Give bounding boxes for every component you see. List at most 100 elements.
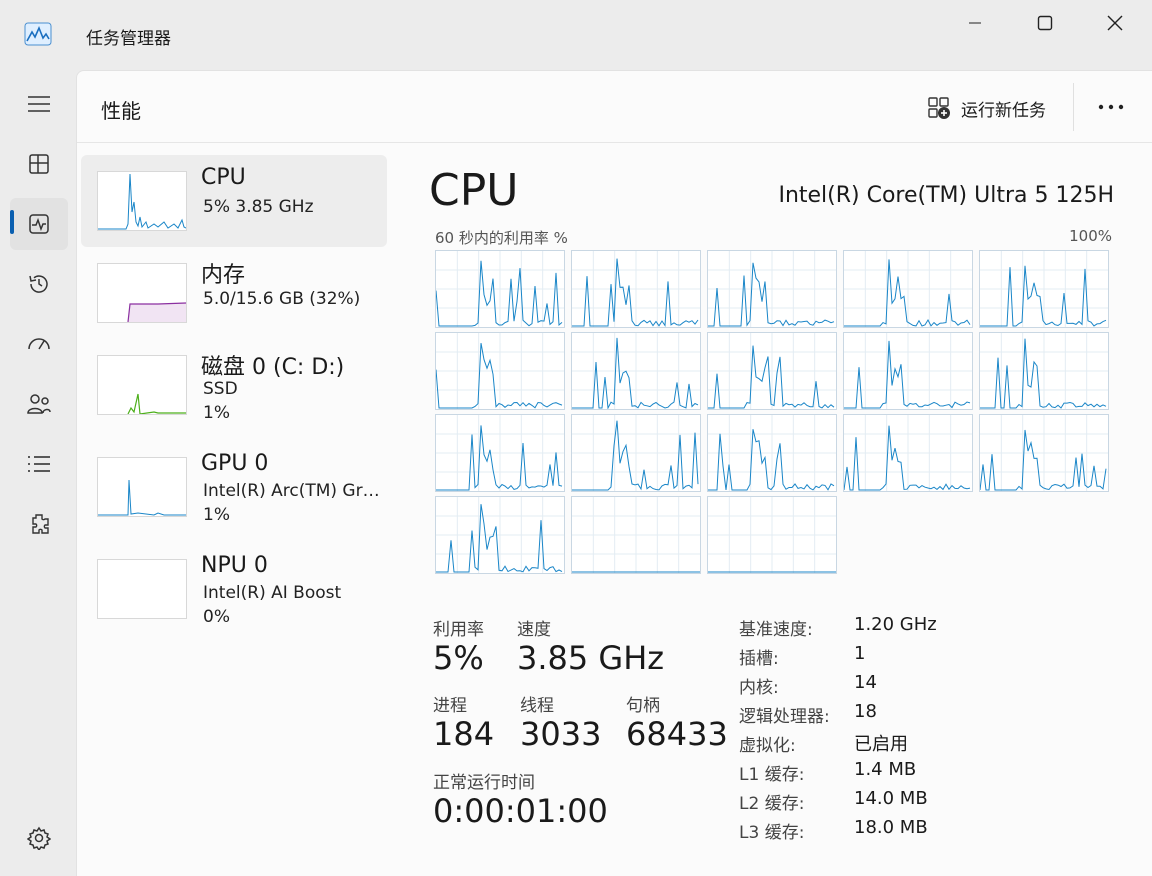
- header-divider: [1073, 83, 1074, 131]
- handles-value: 68433: [626, 715, 728, 753]
- device-detail: 5.0/15.6 GB (32%): [203, 289, 361, 309]
- device-usage: 1%: [203, 505, 230, 525]
- run-new-task-icon: [928, 97, 950, 119]
- cpu-thumbnail: [97, 171, 187, 231]
- device-usage: 0%: [203, 607, 230, 627]
- spec-value: 18.0 MB: [854, 817, 928, 838]
- logical-processor-graph: [979, 250, 1110, 329]
- device-memory[interactable]: 内存 5.0/15.6 GB (32%): [81, 247, 387, 339]
- nav-performance[interactable]: [10, 198, 68, 250]
- spec-label: 虚拟化:: [739, 736, 796, 756]
- spec-value: 18: [854, 701, 877, 722]
- spec-label: L1 缓存:: [739, 765, 805, 785]
- device-name: NPU 0: [201, 553, 268, 578]
- device-disk[interactable]: 磁盘 0 (C: D:) SSD 1%: [81, 339, 387, 431]
- logical-processor-graph: [571, 250, 702, 329]
- task-manager-icon: [24, 22, 52, 46]
- nav-services[interactable]: [10, 498, 68, 550]
- spec-value: 1: [854, 643, 866, 664]
- nav-details[interactable]: [10, 438, 68, 490]
- uptime-value: 0:00:01:00: [433, 792, 608, 830]
- spec-value: 1.4 MB: [854, 759, 917, 780]
- active-nav-indicator: [10, 210, 14, 234]
- processes-value: 184: [433, 715, 495, 753]
- device-name: CPU: [201, 165, 246, 190]
- logical-processor-graph: [707, 250, 838, 329]
- utilization-label: 利用率: [433, 620, 484, 640]
- device-name: GPU 0: [201, 451, 269, 476]
- nav-app-history[interactable]: [10, 258, 68, 310]
- logical-processor-graph: [435, 414, 566, 493]
- npu-thumbnail: [97, 559, 187, 619]
- disk-thumbnail: [97, 355, 187, 415]
- page-title: 性能: [101, 99, 141, 123]
- device-gpu[interactable]: GPU 0 Intel(R) Arc(TM) Graphics 1%: [81, 441, 387, 533]
- nav-processes[interactable]: [10, 138, 68, 190]
- device-name: 磁盘 0 (C: D:): [201, 355, 345, 380]
- menu-button[interactable]: [10, 78, 68, 130]
- logical-processor-graph: [707, 414, 838, 493]
- navigation-rail: [0, 70, 76, 876]
- logical-processor-graph: [707, 496, 838, 575]
- logical-processor-graph: [979, 332, 1110, 411]
- uptime-label: 正常运行时间: [433, 773, 535, 793]
- main-panel: 性能 运行新任务 CPU 5% 3.85 GHz 内存 5.0/15.6 GB …: [76, 70, 1152, 876]
- logical-processor-graph: [843, 250, 974, 329]
- logical-processor-graph: [571, 496, 702, 575]
- spec-label: L2 缓存:: [739, 794, 805, 814]
- nav-settings[interactable]: [10, 812, 68, 864]
- startup-apps-icon: [28, 338, 50, 350]
- gpu-thumbnail: [97, 457, 187, 517]
- nav-startup-apps[interactable]: [10, 318, 68, 370]
- speed-label: 速度: [517, 620, 551, 640]
- close-button[interactable]: [1080, 0, 1150, 46]
- logical-processor-graph: [435, 250, 566, 329]
- menu-icon: [28, 96, 50, 112]
- device-cpu[interactable]: CPU 5% 3.85 GHz: [81, 155, 387, 247]
- page-header: 性能 运行新任务: [77, 71, 1152, 143]
- spec-value: 1.20 GHz: [854, 614, 937, 635]
- spec-value: 14: [854, 672, 877, 693]
- more-icon: [1098, 104, 1124, 110]
- nav-users[interactable]: [10, 378, 68, 430]
- graph-max-label: 100%: [1069, 227, 1112, 245]
- logical-processor-graphs: [435, 250, 1111, 576]
- device-usage: 1%: [203, 403, 230, 423]
- device-name: 内存: [201, 263, 246, 288]
- run-new-task-button[interactable]: 运行新任务: [927, 93, 1046, 123]
- device-detail: Intel(R) Arc(TM) Graphics: [203, 481, 387, 501]
- cpu-model-name: Intel(R) Core(TM) Ultra 5 125H: [778, 183, 1114, 208]
- logical-processor-graph: [571, 414, 702, 493]
- logical-processor-graph: [571, 332, 702, 411]
- title-bar: 任务管理器: [0, 0, 1152, 70]
- performance-icon: [29, 214, 49, 234]
- device-detail: 5% 3.85 GHz: [203, 197, 314, 217]
- cpu-thumb-line: [98, 173, 187, 230]
- logical-processor-graph: [843, 414, 974, 493]
- speed-value: 3.85 GHz: [517, 639, 665, 677]
- maximize-button[interactable]: [1010, 0, 1080, 46]
- memory-thumbnail: [97, 263, 187, 323]
- utilization-value: 5%: [433, 639, 484, 677]
- logical-processor-graph: [435, 496, 566, 575]
- spec-label: L3 缓存:: [739, 823, 805, 843]
- spec-value: 14.0 MB: [854, 788, 928, 809]
- logical-processor-graph: [979, 414, 1110, 493]
- window-title: 任务管理器: [86, 29, 171, 49]
- settings-icon: [27, 826, 51, 850]
- spec-label: 基准速度:: [739, 620, 813, 640]
- threads-label: 线程: [520, 696, 554, 716]
- logical-processor-graph: [435, 332, 566, 411]
- logical-processor-graph: [843, 332, 974, 411]
- more-options-button[interactable]: [1091, 91, 1131, 123]
- run-new-task-label: 运行新任务: [961, 100, 1046, 121]
- cpu-heading: CPU: [429, 165, 519, 216]
- device-npu[interactable]: NPU 0 Intel(R) AI Boost 0%: [81, 543, 387, 635]
- threads-value: 3033: [520, 715, 602, 753]
- spec-label: 插槽:: [739, 649, 779, 669]
- device-detail: Intel(R) AI Boost: [203, 583, 342, 603]
- spec-label: 内核:: [739, 678, 779, 698]
- details-icon: [28, 456, 50, 472]
- minimize-button[interactable]: [940, 0, 1010, 46]
- logical-processor-graph: [707, 332, 838, 411]
